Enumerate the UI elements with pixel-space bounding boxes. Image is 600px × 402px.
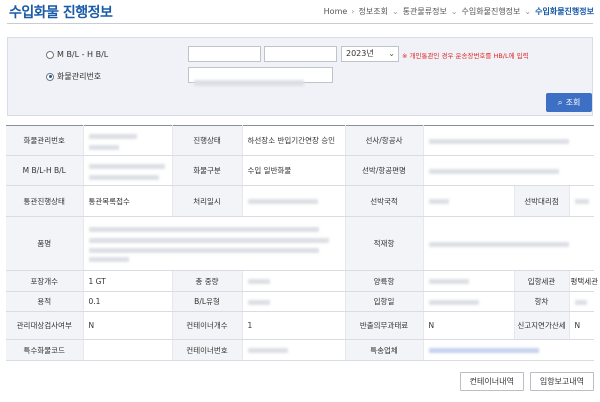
label-item-name: 품명 <box>6 216 84 271</box>
radio-option-cargo[interactable]: 화물관리번호 <box>46 71 101 82</box>
cargo-number-value <box>194 79 304 86</box>
label-cargo-type: 화물구분 <box>172 155 243 186</box>
value-process-datetime <box>242 185 346 217</box>
label-unloading-port: 양륙항 <box>345 270 424 292</box>
radio-cargo-label: 화물관리번호 <box>57 72 102 81</box>
breadcrumb-item[interactable]: 수입화물진행정보 <box>462 6 521 17</box>
value-express-company <box>423 339 595 361</box>
value-total-weight <box>242 270 346 292</box>
table-row: 포장개수 1 GT 총 중량 양륙항 입항세관 평택세관 <box>6 270 598 292</box>
year-select[interactable]: 2023년 ⌄ <box>341 46 399 62</box>
label-process-datetime: 처리일시 <box>172 185 243 217</box>
value-mbl-hbl <box>83 155 173 186</box>
value-container-number <box>242 339 346 361</box>
entry-report-button[interactable]: 입항보고내역 <box>529 372 594 391</box>
label-entry-date: 입항일 <box>345 291 424 312</box>
label-volume: 용적 <box>6 291 84 312</box>
label-container-number: 컨테이너번호 <box>172 339 243 361</box>
value-inspection-target: N <box>83 311 173 340</box>
container-details-button[interactable]: 컨테이너내역 <box>459 372 524 391</box>
value-vessel-nationality <box>423 185 515 217</box>
label-container-count: 컨테이너개수 <box>172 311 243 340</box>
action-buttons: 컨테이너내역 입항보고내역 <box>459 372 594 391</box>
value-customs-status: 통관목록접수 <box>83 185 173 217</box>
table-row: M B/L-H B/L 화물구분 수입 일반화물 선박/항공편명 <box>6 155 595 186</box>
value-carrier <box>423 125 595 156</box>
chevron-down-icon[interactable]: ⌄ <box>392 7 399 16</box>
table-row: 특수화물코드 컨테이너번호 특송업체 <box>6 339 595 361</box>
label-entry-customs: 입항세관 <box>514 270 570 292</box>
label-special-cargo-code: 특수화물코드 <box>6 339 84 361</box>
radio-mbl[interactable] <box>46 50 54 59</box>
value-loading-port <box>423 216 595 271</box>
breadcrumb-item[interactable]: 통관물류정보 <box>403 6 447 17</box>
label-voyage: 항차 <box>514 291 570 312</box>
value-entry-date <box>423 291 515 312</box>
label-vessel-name: 선박/항공편명 <box>345 155 424 186</box>
radio-mbl-label: M B/L - H B/L <box>57 50 109 59</box>
page-title: 수입화물 진행정보 <box>9 5 113 21</box>
table-row: 용적 0.1 B/L유형 입항일 항차 <box>6 291 595 312</box>
value-late-declaration-tax: N <box>569 311 595 340</box>
label-mbl-hbl: M B/L-H B/L <box>6 155 84 186</box>
search-icon: ⌕ <box>557 97 563 108</box>
value-cargo-type: 수입 일반화물 <box>242 155 346 186</box>
label-loading-port: 적재항 <box>345 216 424 271</box>
value-voyage <box>569 291 595 312</box>
label-inspection-target: 관리대상검사여부 <box>6 311 84 340</box>
value-vessel-agent <box>569 185 595 217</box>
breadcrumb: Home › 정보조회 ⌄ 통관물류정보 ⌄ 수입화물진행정보 ⌄ 수입화물진행… <box>324 6 594 17</box>
mbl-input[interactable] <box>188 46 261 62</box>
title-divider <box>7 23 593 24</box>
table-row: 화물관리번호 진행상태 하선장소 반입기간연장 승인 선사/항공사 <box>6 125 595 156</box>
value-unloading-port <box>423 270 515 292</box>
chevron-down-icon: ⌄ <box>388 49 395 58</box>
breadcrumb-item[interactable]: 정보조회 <box>358 6 387 17</box>
value-vessel-name <box>423 155 595 186</box>
table-row: 품명 적재항 <box>6 216 595 271</box>
cargo-info-table: 화물관리번호 진행상태 하선장소 반입기간연장 승인 선사/항공사 M B/L-… <box>6 125 598 361</box>
value-special-cargo-code <box>83 339 173 361</box>
label-vessel-agent: 선박대리점 <box>514 185 570 217</box>
value-item-name <box>83 216 346 271</box>
label-cargo-number: 화물관리번호 <box>6 125 84 156</box>
hbl-warning-text: ※ 개인통관인 경우 운송장번호를 HB/L에 입력 <box>402 52 529 60</box>
value-volume: 0.1 <box>83 291 173 312</box>
chevron-right-icon: › <box>351 7 355 16</box>
value-progress-status: 하선장소 반입기간연장 승인 <box>242 125 346 156</box>
label-progress-status: 진행상태 <box>172 125 243 156</box>
label-late-declaration-tax: 신고지연가산세 <box>514 311 570 340</box>
breadcrumb-current: 수입화물진행정보 <box>535 7 594 16</box>
value-package-count: 1 GT <box>83 270 173 292</box>
chevron-down-icon[interactable]: ⌄ <box>451 7 458 16</box>
label-total-weight: 총 중량 <box>172 270 243 292</box>
search-panel: M B/L - H B/L 화물관리번호 2023년 ⌄ ※ 개인통관인 경우 … <box>7 37 593 116</box>
label-package-count: 포장개수 <box>6 270 84 292</box>
label-bl-type: B/L유형 <box>172 291 243 312</box>
value-cargo-number <box>83 125 173 156</box>
label-vessel-nationality: 선박국적 <box>345 185 424 217</box>
radio-cargo[interactable] <box>46 72 54 81</box>
search-button[interactable]: ⌕ 조회 <box>546 93 592 112</box>
cargo-number-input[interactable] <box>188 67 333 86</box>
value-entry-customs: 평택세관 <box>569 270 598 292</box>
label-customs-status: 통관진행상태 <box>6 185 84 217</box>
chevron-down-icon[interactable]: ⌄ <box>524 7 531 16</box>
radio-option-mbl[interactable]: M B/L - H B/L <box>46 50 108 59</box>
label-export-penalty: 반출의무과태료 <box>345 311 424 340</box>
label-express-company: 특송업체 <box>345 339 424 361</box>
value-container-count: 1 <box>242 311 346 340</box>
value-export-penalty: N <box>423 311 515 340</box>
table-row: 통관진행상태 통관목록접수 처리일시 선박국적 선박대리점 <box>6 185 595 217</box>
table-row: 관리대상검사여부 N 컨테이너개수 1 반출의무과태료 N 신고지연가산세 N <box>6 311 595 340</box>
breadcrumb-home[interactable]: Home <box>324 7 348 16</box>
label-carrier: 선사/항공사 <box>345 125 424 156</box>
value-bl-type <box>242 291 346 312</box>
hbl-input[interactable] <box>264 46 337 62</box>
